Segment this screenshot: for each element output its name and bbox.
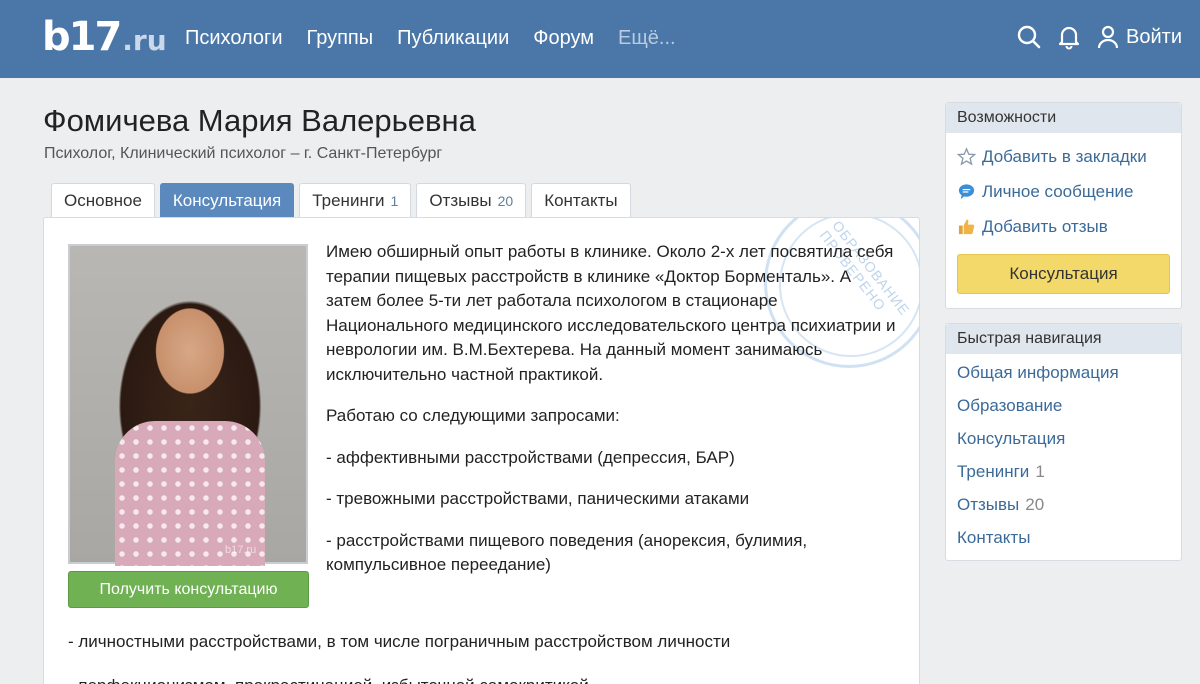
list-item: - личностными расстройствами, в том числ… bbox=[68, 632, 731, 651]
tab-label: Консультация bbox=[172, 191, 282, 210]
profile-subtitle: Психолог, Клинический психолог – г. Санк… bbox=[44, 145, 443, 162]
bell-icon[interactable] bbox=[1056, 24, 1082, 50]
quick-nav-consultation[interactable]: Консультация bbox=[946, 422, 1181, 455]
tab-label: Контакты bbox=[544, 191, 618, 210]
bookmark-label: Добавить в закладки bbox=[982, 146, 1147, 166]
list-item: - перфекционизмом, прокрастинацией, избы… bbox=[68, 674, 888, 684]
quick-nav-label: Общая информация bbox=[957, 363, 1119, 382]
tab-count: 1 bbox=[390, 193, 399, 209]
tab-label: Отзывы bbox=[429, 191, 492, 210]
quick-nav-reviews[interactable]: Отзывы 20 bbox=[946, 488, 1181, 521]
header-actions: Войти bbox=[1016, 24, 1182, 50]
tab-main[interactable]: Основное bbox=[51, 183, 155, 218]
add-review-link[interactable]: Добавить отзыв bbox=[946, 209, 1181, 244]
nav-groups[interactable]: Группы bbox=[307, 27, 374, 50]
list-item: - тревожными расстройствами, паническими… bbox=[326, 489, 750, 508]
profile-photo: b17.ru bbox=[68, 244, 308, 566]
tab-label: Основное bbox=[64, 191, 142, 210]
login-label: Войти bbox=[1126, 25, 1182, 48]
logo-main: b17 bbox=[42, 14, 122, 60]
tab-label: Тренинги bbox=[312, 191, 385, 210]
star-icon bbox=[957, 147, 976, 166]
tab-consultation[interactable]: Консультация bbox=[159, 183, 295, 218]
search-icon[interactable] bbox=[1016, 24, 1042, 50]
nav-forum[interactable]: Форум bbox=[533, 27, 594, 50]
quick-nav-label: Образование bbox=[957, 396, 1063, 415]
chat-icon bbox=[958, 184, 975, 200]
tab-reviews[interactable]: Отзывы 20 bbox=[416, 183, 527, 218]
thumbs-up-icon bbox=[958, 219, 975, 235]
quick-nav-education[interactable]: Образование bbox=[946, 389, 1181, 422]
quick-nav-general[interactable]: Общая информация bbox=[946, 356, 1181, 389]
quick-nav-label: Тренинги bbox=[957, 462, 1030, 481]
quick-nav-label: Консультация bbox=[957, 429, 1066, 448]
top-bar: b17 .ru Психологи Группы Публикации Фору… bbox=[0, 0, 1200, 78]
user-icon bbox=[1097, 25, 1119, 49]
list-item: - расстройствами пищевого поведения (ано… bbox=[326, 530, 808, 575]
features-panel: Возможности Добавить в закладки Личное с… bbox=[945, 102, 1182, 309]
consultation-button[interactable]: Консультация bbox=[957, 254, 1170, 294]
nav-publications[interactable]: Публикации bbox=[397, 27, 509, 50]
nav-more[interactable]: Ещё... bbox=[618, 27, 676, 50]
quick-nav-contacts[interactable]: Контакты bbox=[946, 521, 1181, 554]
profile-name: Фомичева Мария Валерьевна bbox=[43, 103, 476, 138]
quick-nav-count: 1 bbox=[1035, 462, 1045, 481]
experience-paragraph: Имею обширный опыт работы в клинике. Око… bbox=[326, 242, 896, 384]
quick-nav-count: 20 bbox=[1025, 495, 1045, 514]
requests-heading: Работаю со следующими запросами: bbox=[326, 406, 620, 425]
list-item: - аффективными расстройствами (депрессия… bbox=[326, 447, 735, 467]
quick-nav-label: Отзывы bbox=[957, 495, 1020, 514]
add-bookmark-link[interactable]: Добавить в закладки bbox=[946, 139, 1181, 174]
nav-psychologists[interactable]: Психологи bbox=[185, 27, 283, 50]
main-nav: Психологи Группы Публикации Форум Ещё... bbox=[185, 27, 676, 50]
profile-tabs: Основное Консультация Тренинги 1 Отзывы 20… bbox=[51, 183, 631, 218]
photo-watermark: b17.ru bbox=[225, 544, 257, 556]
login-button[interactable]: Войти bbox=[1096, 24, 1182, 50]
tab-count: 20 bbox=[497, 193, 514, 209]
review-label: Добавить отзыв bbox=[982, 216, 1108, 236]
consultation-card: ОБРАЗОВАНИЕ ПРОВЕРЕНО b17.ru Получить ко… bbox=[43, 217, 920, 684]
quick-nav-trainings[interactable]: Тренинги 1 bbox=[946, 455, 1181, 488]
quick-nav-label: Контакты bbox=[957, 528, 1031, 547]
quick-nav-panel: Быстрая навигация Общая информация Образ… bbox=[945, 323, 1182, 561]
tab-trainings[interactable]: Тренинги 1 bbox=[299, 183, 412, 218]
message-label: Личное сообщение bbox=[982, 181, 1134, 201]
features-title: Возможности bbox=[946, 103, 1181, 133]
tab-contacts[interactable]: Контакты bbox=[531, 183, 631, 218]
logo-tld: .ru bbox=[122, 24, 167, 57]
quick-nav-title: Быстрая навигация bbox=[946, 324, 1181, 354]
site-logo[interactable]: b17 .ru bbox=[42, 14, 167, 60]
private-message-link[interactable]: Личное сообщение bbox=[946, 174, 1181, 209]
get-consultation-button[interactable]: Получить консультацию bbox=[68, 571, 309, 608]
consultation-text: Имею обширный опыт работы в клинике. Око… bbox=[326, 240, 901, 595]
